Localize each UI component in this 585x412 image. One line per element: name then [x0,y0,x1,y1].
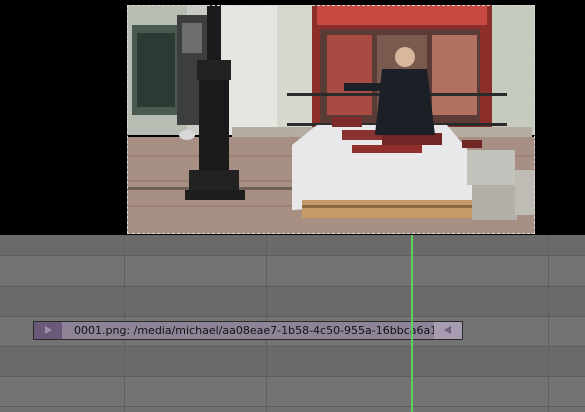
street-scene-preview-icon [127,5,535,234]
strip-right-handle[interactable] [434,322,462,339]
channel-divider [0,376,585,377]
channel-row[interactable] [0,255,585,285]
reverse-arrow-icon [444,326,451,334]
preview-area [0,0,585,235]
sequencer-timeline[interactable]: 0001.png: /media/michael/aa08eae7-1b58-4… [0,235,585,412]
frame-grid-line [548,235,549,412]
channel-divider [0,255,585,256]
playhead-cursor[interactable] [411,235,413,412]
video-sequence-editor: 0001.png: /media/michael/aa08eae7-1b58-4… [0,0,585,412]
channel-divider [0,406,585,407]
image-strip[interactable]: 0001.png: /media/michael/aa08eae7-1b58-4… [33,321,463,340]
preview-frame [127,5,535,234]
strip-label: 0001.png: /media/michael/aa08eae7-1b58-4… [74,324,456,337]
channel-row[interactable] [0,287,585,317]
strip-left-handle[interactable] [34,322,62,339]
channel-row[interactable] [0,377,585,407]
channel-divider [0,346,585,347]
play-arrow-icon [45,326,52,334]
channel-row[interactable] [0,347,585,377]
channel-divider [0,316,585,317]
channel-divider [0,286,585,287]
